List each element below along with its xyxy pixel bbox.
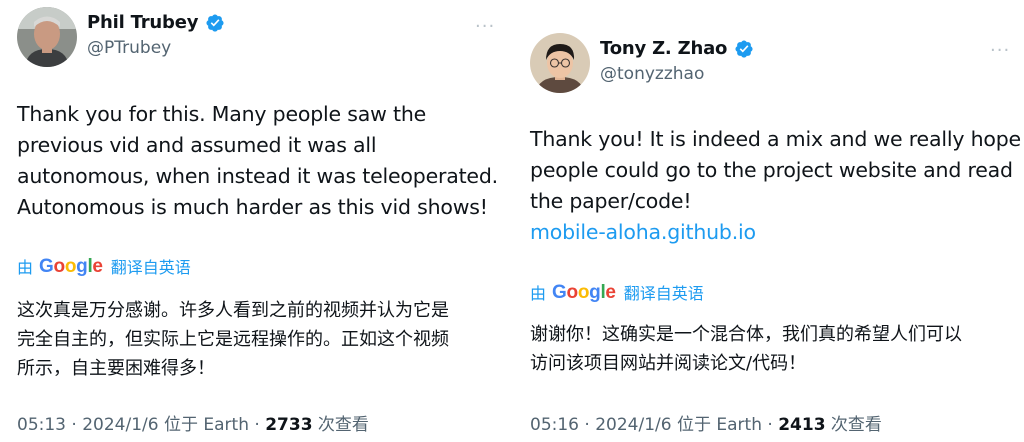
avatar[interactable] (530, 33, 590, 93)
google-logo: Google (552, 281, 616, 303)
meta-separator: · (248, 415, 266, 435)
tweet-date[interactable]: 2024/1/6 (595, 415, 671, 435)
meta-separator: · (761, 415, 779, 435)
tweet-card[interactable]: Tony Z. Zhao @tonyzzhao ··· Thank you! I… (512, 0, 1024, 442)
translated-text-line: 这次真是万分感谢。许多人看到之前的视频并认为它是 (17, 300, 449, 321)
tweet-text-line: Thank you! It is indeed a mix and we rea… (530, 127, 1021, 151)
verified-badge-icon (206, 13, 224, 32)
tweet-card[interactable]: Phil Trubey @PTrubey ··· Thank you for t… (0, 0, 512, 442)
translated-by-label: 由 (530, 284, 547, 303)
view-count-label: 次查看 (312, 415, 369, 435)
view-count[interactable]: 2733 (265, 415, 312, 435)
tweet-location: 位于 Earth (158, 415, 249, 435)
author-name[interactable]: Tony Z. Zhao (600, 38, 727, 59)
avatar-photo (530, 33, 590, 93)
meta-separator: · (579, 415, 596, 435)
tweet-location: 位于 Earth (671, 415, 762, 435)
tweet-meta: 05:13 · 2024/1/6 位于 Earth · 2733 次查看 (17, 410, 369, 435)
more-options-icon[interactable]: ··· (475, 18, 495, 36)
translated-by-label: 由 (17, 258, 34, 277)
tweet-time[interactable]: 05:16 (530, 415, 579, 435)
tweet-text-line: the paper/code! (530, 189, 692, 213)
author-name[interactable]: Phil Trubey (87, 12, 198, 33)
view-count[interactable]: 2413 (778, 415, 825, 435)
verified-badge-icon (735, 39, 753, 58)
translated-by-google[interactable]: 由 Google 翻译自英语 (17, 254, 191, 278)
translated-text-line: 完全自主的，但实际上它是远程操作的。正如这个视频 (17, 329, 449, 350)
tweet-text-line: previous vid and assumed it was all (17, 133, 377, 157)
tweet-text-line: Autonomous is much harder as this vid sh… (17, 195, 488, 219)
translated-text-line: 谢谢你！这确实是一个混合体，我们真的希望人们可以 (530, 324, 962, 345)
author-row: Tony Z. Zhao (600, 38, 754, 59)
tweet-text: Thank you! It is indeed a mix and we rea… (530, 124, 1021, 248)
author-handle[interactable]: @tonyzzhao (600, 64, 704, 84)
tweet-text-line: Thank you for this. Many people saw the (17, 102, 427, 126)
author-row: Phil Trubey (87, 12, 225, 33)
translated-text-line: 所示，自主要困难得多！ (17, 358, 215, 379)
translated-text: 谢谢你！这确实是一个混合体，我们真的希望人们可以 访问该项目网站并阅读论文/代码… (530, 320, 962, 378)
tweet-text-line: autonomous, when instead it was teleoper… (17, 164, 498, 188)
more-options-icon[interactable]: ··· (990, 42, 1010, 60)
author-handle[interactable]: @PTrubey (87, 38, 171, 58)
tweet-meta: 05:16 · 2024/1/6 位于 Earth · 2413 次查看 (530, 410, 882, 435)
avatar[interactable] (17, 7, 77, 67)
tweet-text: Thank you for this. Many people saw the … (17, 99, 498, 223)
translate-source-label: 翻译自英语 (110, 258, 191, 277)
tweet-date[interactable]: 2024/1/6 (82, 415, 158, 435)
translate-source-label: 翻译自英语 (623, 284, 704, 303)
google-logo: Google (39, 255, 103, 277)
translated-by-google[interactable]: 由 Google 翻译自英语 (530, 280, 704, 304)
meta-separator: · (66, 415, 83, 435)
view-count-label: 次查看 (825, 415, 882, 435)
translated-text: 这次真是万分感谢。许多人看到之前的视频并认为它是 完全自主的，但实际上它是远程操… (17, 296, 449, 383)
avatar-photo (17, 7, 77, 67)
tweet-text-line: people could go to the project website a… (530, 158, 1013, 182)
project-website-link[interactable]: mobile-aloha.github.io (530, 217, 1021, 248)
tweet-time[interactable]: 05:13 (17, 415, 66, 435)
translated-text-line: 访问该项目网站并阅读论文/代码！ (530, 353, 807, 374)
